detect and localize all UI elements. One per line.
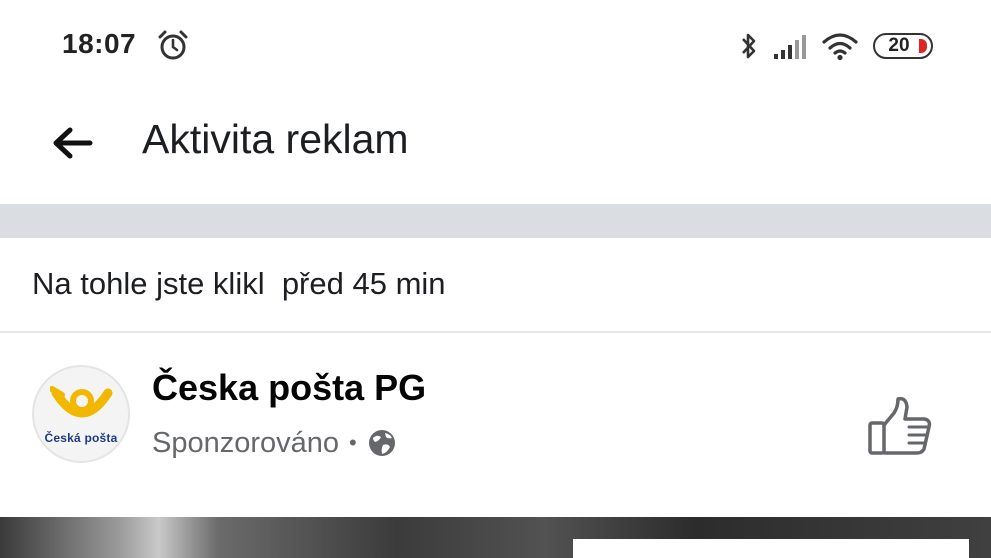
wifi-icon [822, 33, 858, 61]
status-icons: 20 [739, 28, 933, 64]
status-bar: 18:07 20 [0, 0, 991, 92]
ad-image-panel [573, 539, 969, 558]
app-bar: Aktivita reklam [0, 92, 991, 204]
bluetooth-icon [742, 33, 756, 59]
battery-fill [919, 39, 927, 53]
battery-level: 20 [888, 35, 910, 56]
globe-icon[interactable] [367, 428, 397, 458]
avatar-logo-text: Česká pošta [44, 431, 118, 445]
sponsored-label: Sponzorováno [152, 426, 340, 459]
back-button[interactable] [48, 120, 96, 166]
section-divider [0, 204, 991, 238]
sponsored-row: Sponzorováno • [152, 423, 397, 463]
post-horn-logo-icon [50, 386, 113, 418]
battery-icon: 20 [873, 33, 933, 59]
arrow-left-icon [53, 127, 93, 159]
status-time: 18:07 [62, 28, 137, 59]
thumbs-up-icon[interactable] [864, 393, 936, 461]
activity-text: Na tohle jste klikl před 45 min [32, 266, 446, 301]
page-title: Aktivita reklam [142, 116, 409, 162]
separator: • [349, 430, 357, 455]
alarm-icon [158, 30, 188, 60]
signal-icon [774, 35, 806, 59]
avatar[interactable]: Česká pošta [32, 365, 130, 463]
ad-post-header: Česká pošta Česka pošta PG Sponzorováno … [0, 333, 991, 517]
ad-page-name[interactable]: Česka pošta PG [152, 367, 426, 409]
ad-image[interactable] [0, 517, 991, 558]
